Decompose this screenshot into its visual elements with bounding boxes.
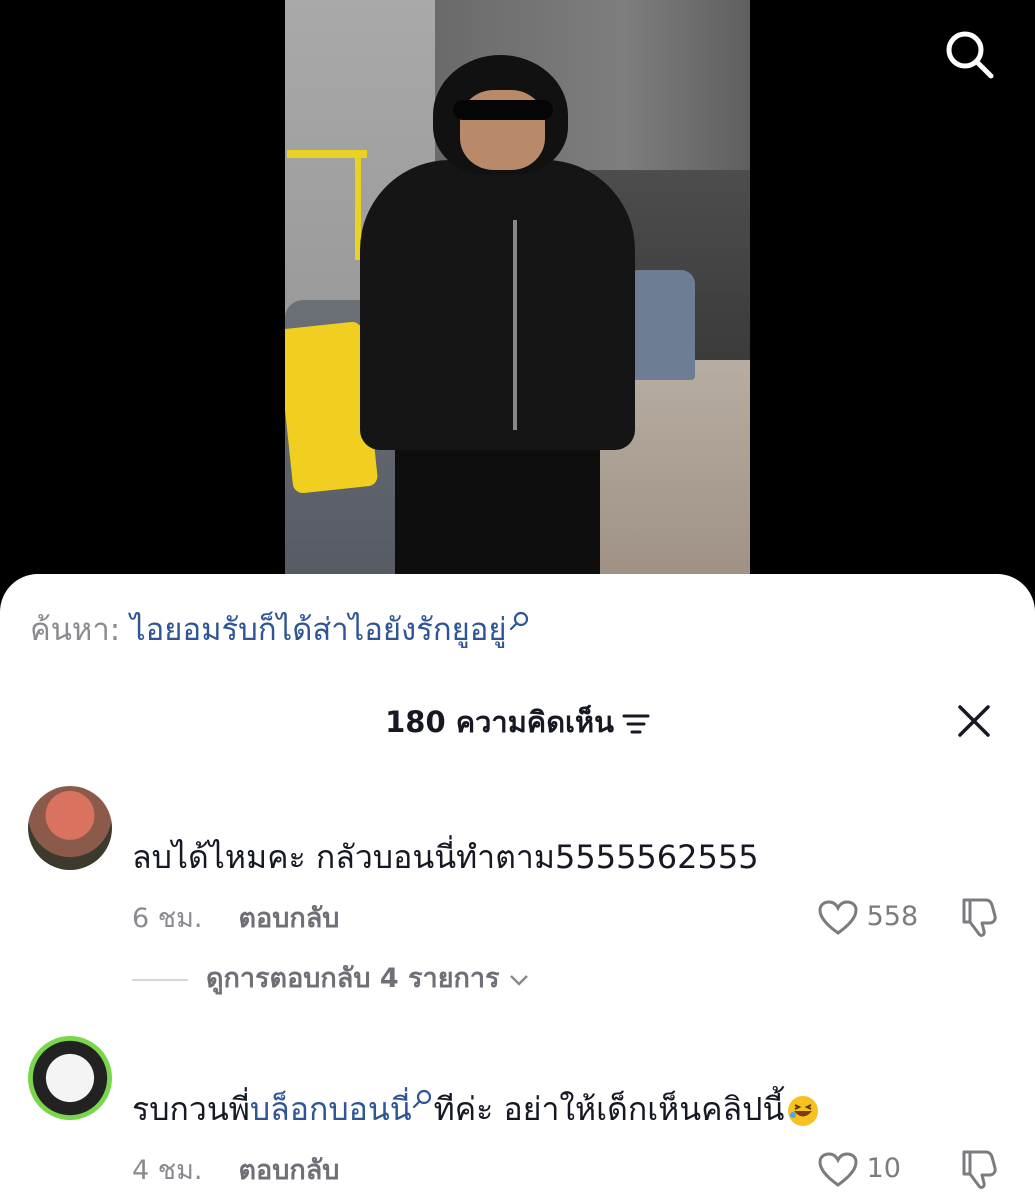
- like-button[interactable]: 558: [818, 899, 918, 936]
- comment-meta: 6 ชม. ตอบกลับ: [132, 901, 339, 937]
- view-replies-label[interactable]: ดูการตอบกลับ 4 รายการ: [206, 963, 500, 994]
- comments-header: 180 ความคิดเห็น: [0, 702, 1035, 742]
- thumbs-down-icon: [962, 1150, 997, 1189]
- search-icon: [412, 1089, 431, 1109]
- search-suggestion[interactable]: ค้นหา: ไอยอมรับก็ได้ส่าไอยังรักยูอยู่: [30, 610, 531, 650]
- video-person-sunglasses: [453, 100, 553, 120]
- comments-sheet: ค้นหา: ไอยอมรับก็ได้ส่าไอยังรักยูอยู่ 18…: [0, 574, 1035, 1200]
- reply-button[interactable]: ตอบกลับ: [238, 903, 339, 934]
- comment-time: 4 ชม.: [132, 1155, 203, 1186]
- like-count: 10: [866, 1153, 901, 1184]
- thumbs-down-icon: [962, 898, 997, 937]
- comment-text: รบกวนพี่บล็อกบอนนี่ ทีค่ะ อย่าให้เด็กเห็น…: [132, 1088, 820, 1130]
- reply-button[interactable]: ตอบกลับ: [238, 1155, 339, 1186]
- comment-search-link[interactable]: บล็อกบอนนี่: [250, 1090, 412, 1128]
- comment-text: ลบได้ไหมคะ กลัวบอนนี่ทำตาม5555562555: [132, 838, 759, 876]
- dislike-button[interactable]: [958, 896, 998, 937]
- laughing-emoji-icon: [788, 1096, 819, 1126]
- like-count: 558: [866, 901, 919, 932]
- video-person-zip: [513, 220, 517, 430]
- search-prefix: ค้นหา:: [30, 612, 121, 648]
- close-icon: [958, 705, 990, 737]
- comment-text-part: ทีค่ะ อย่าให้เด็กเห็นคลิปนี้: [433, 1090, 785, 1128]
- video-person-jacket: [360, 160, 635, 450]
- comment-text-part: รบกวนพี่: [132, 1090, 250, 1128]
- comment-meta: 4 ชม. ตอบกลับ: [132, 1153, 339, 1189]
- sort-icon[interactable]: [622, 713, 650, 735]
- search-icon: [946, 31, 994, 79]
- dislike-button[interactable]: [958, 1148, 998, 1189]
- search-icon: [509, 611, 528, 631]
- comment-time: 6 ชม.: [132, 903, 203, 934]
- chevron-down-icon: [510, 975, 529, 986]
- close-button[interactable]: [955, 702, 993, 740]
- video-frame[interactable]: [285, 0, 750, 600]
- video-player[interactable]: [0, 0, 1035, 600]
- video-chair: [625, 270, 695, 380]
- avatar[interactable]: [28, 1036, 112, 1120]
- heart-icon: [818, 899, 858, 935]
- search-query-link[interactable]: ไอยอมรับก็ได้ส่าไอยังรักยูอยู่: [130, 612, 506, 648]
- comments-count-title: 180 ความคิดเห็น: [385, 705, 614, 739]
- view-replies[interactable]: ดูการตอบกลับ 4 รายการ: [132, 961, 530, 997]
- avatar[interactable]: [28, 786, 112, 870]
- search-button[interactable]: [943, 28, 995, 80]
- heart-icon: [818, 1151, 858, 1187]
- divider: [132, 978, 188, 981]
- like-button[interactable]: 10: [818, 1151, 901, 1188]
